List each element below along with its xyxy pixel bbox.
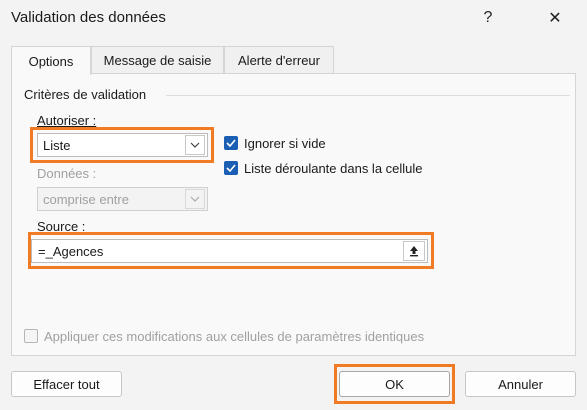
allow-label: Autoriser : xyxy=(37,113,96,128)
allow-select-value: Liste xyxy=(43,137,71,153)
title-bar: Validation des données ? ✕ xyxy=(0,0,587,36)
source-input[interactable]: =_Agences xyxy=(31,239,428,263)
data-select: comprise entre xyxy=(37,187,208,211)
cancel-button[interactable]: Annuler xyxy=(465,371,576,397)
checkmark-icon xyxy=(226,139,236,147)
dropdown-in-cell-label: Liste déroulante dans la cellule xyxy=(244,161,423,176)
chevron-down-icon[interactable] xyxy=(185,135,205,155)
criteria-group-title: Critères de validation xyxy=(24,87,147,102)
source-label-text: Source : xyxy=(37,219,86,234)
tab-alerte-erreur[interactable]: Alerte d'erreur xyxy=(224,46,334,74)
source-label: Source : xyxy=(37,219,85,234)
allow-select[interactable]: Liste xyxy=(37,133,208,157)
chevron-down-icon xyxy=(185,189,205,209)
apply-all-checkbox xyxy=(24,329,38,343)
tab-options[interactable]: Options xyxy=(11,46,91,75)
upload-arrow-icon[interactable] xyxy=(403,241,425,261)
data-label: Données : xyxy=(37,166,97,181)
data-select-value: comprise entre xyxy=(43,191,129,207)
ok-button[interactable]: OK xyxy=(339,371,450,397)
dropdown-in-cell-checkbox[interactable] xyxy=(224,161,238,175)
checkmark-icon xyxy=(226,164,236,172)
ignore-blank-label: Ignorer si vide xyxy=(244,136,326,151)
clear-all-button[interactable]: Effacer tout xyxy=(11,371,122,397)
dialog-title: Validation des données xyxy=(11,9,166,26)
allow-label-text: Autoriser : xyxy=(37,113,97,128)
tab-message-de-saisie[interactable]: Message de saisie xyxy=(91,46,224,74)
apply-all-label: Appliquer ces modifications aux cellules… xyxy=(44,329,425,344)
group-divider xyxy=(166,95,570,96)
close-button[interactable]: ✕ xyxy=(537,3,573,33)
ignore-blank-checkbox[interactable] xyxy=(224,136,238,150)
help-button[interactable]: ? xyxy=(470,3,506,33)
source-value: =_Agences xyxy=(38,243,104,259)
